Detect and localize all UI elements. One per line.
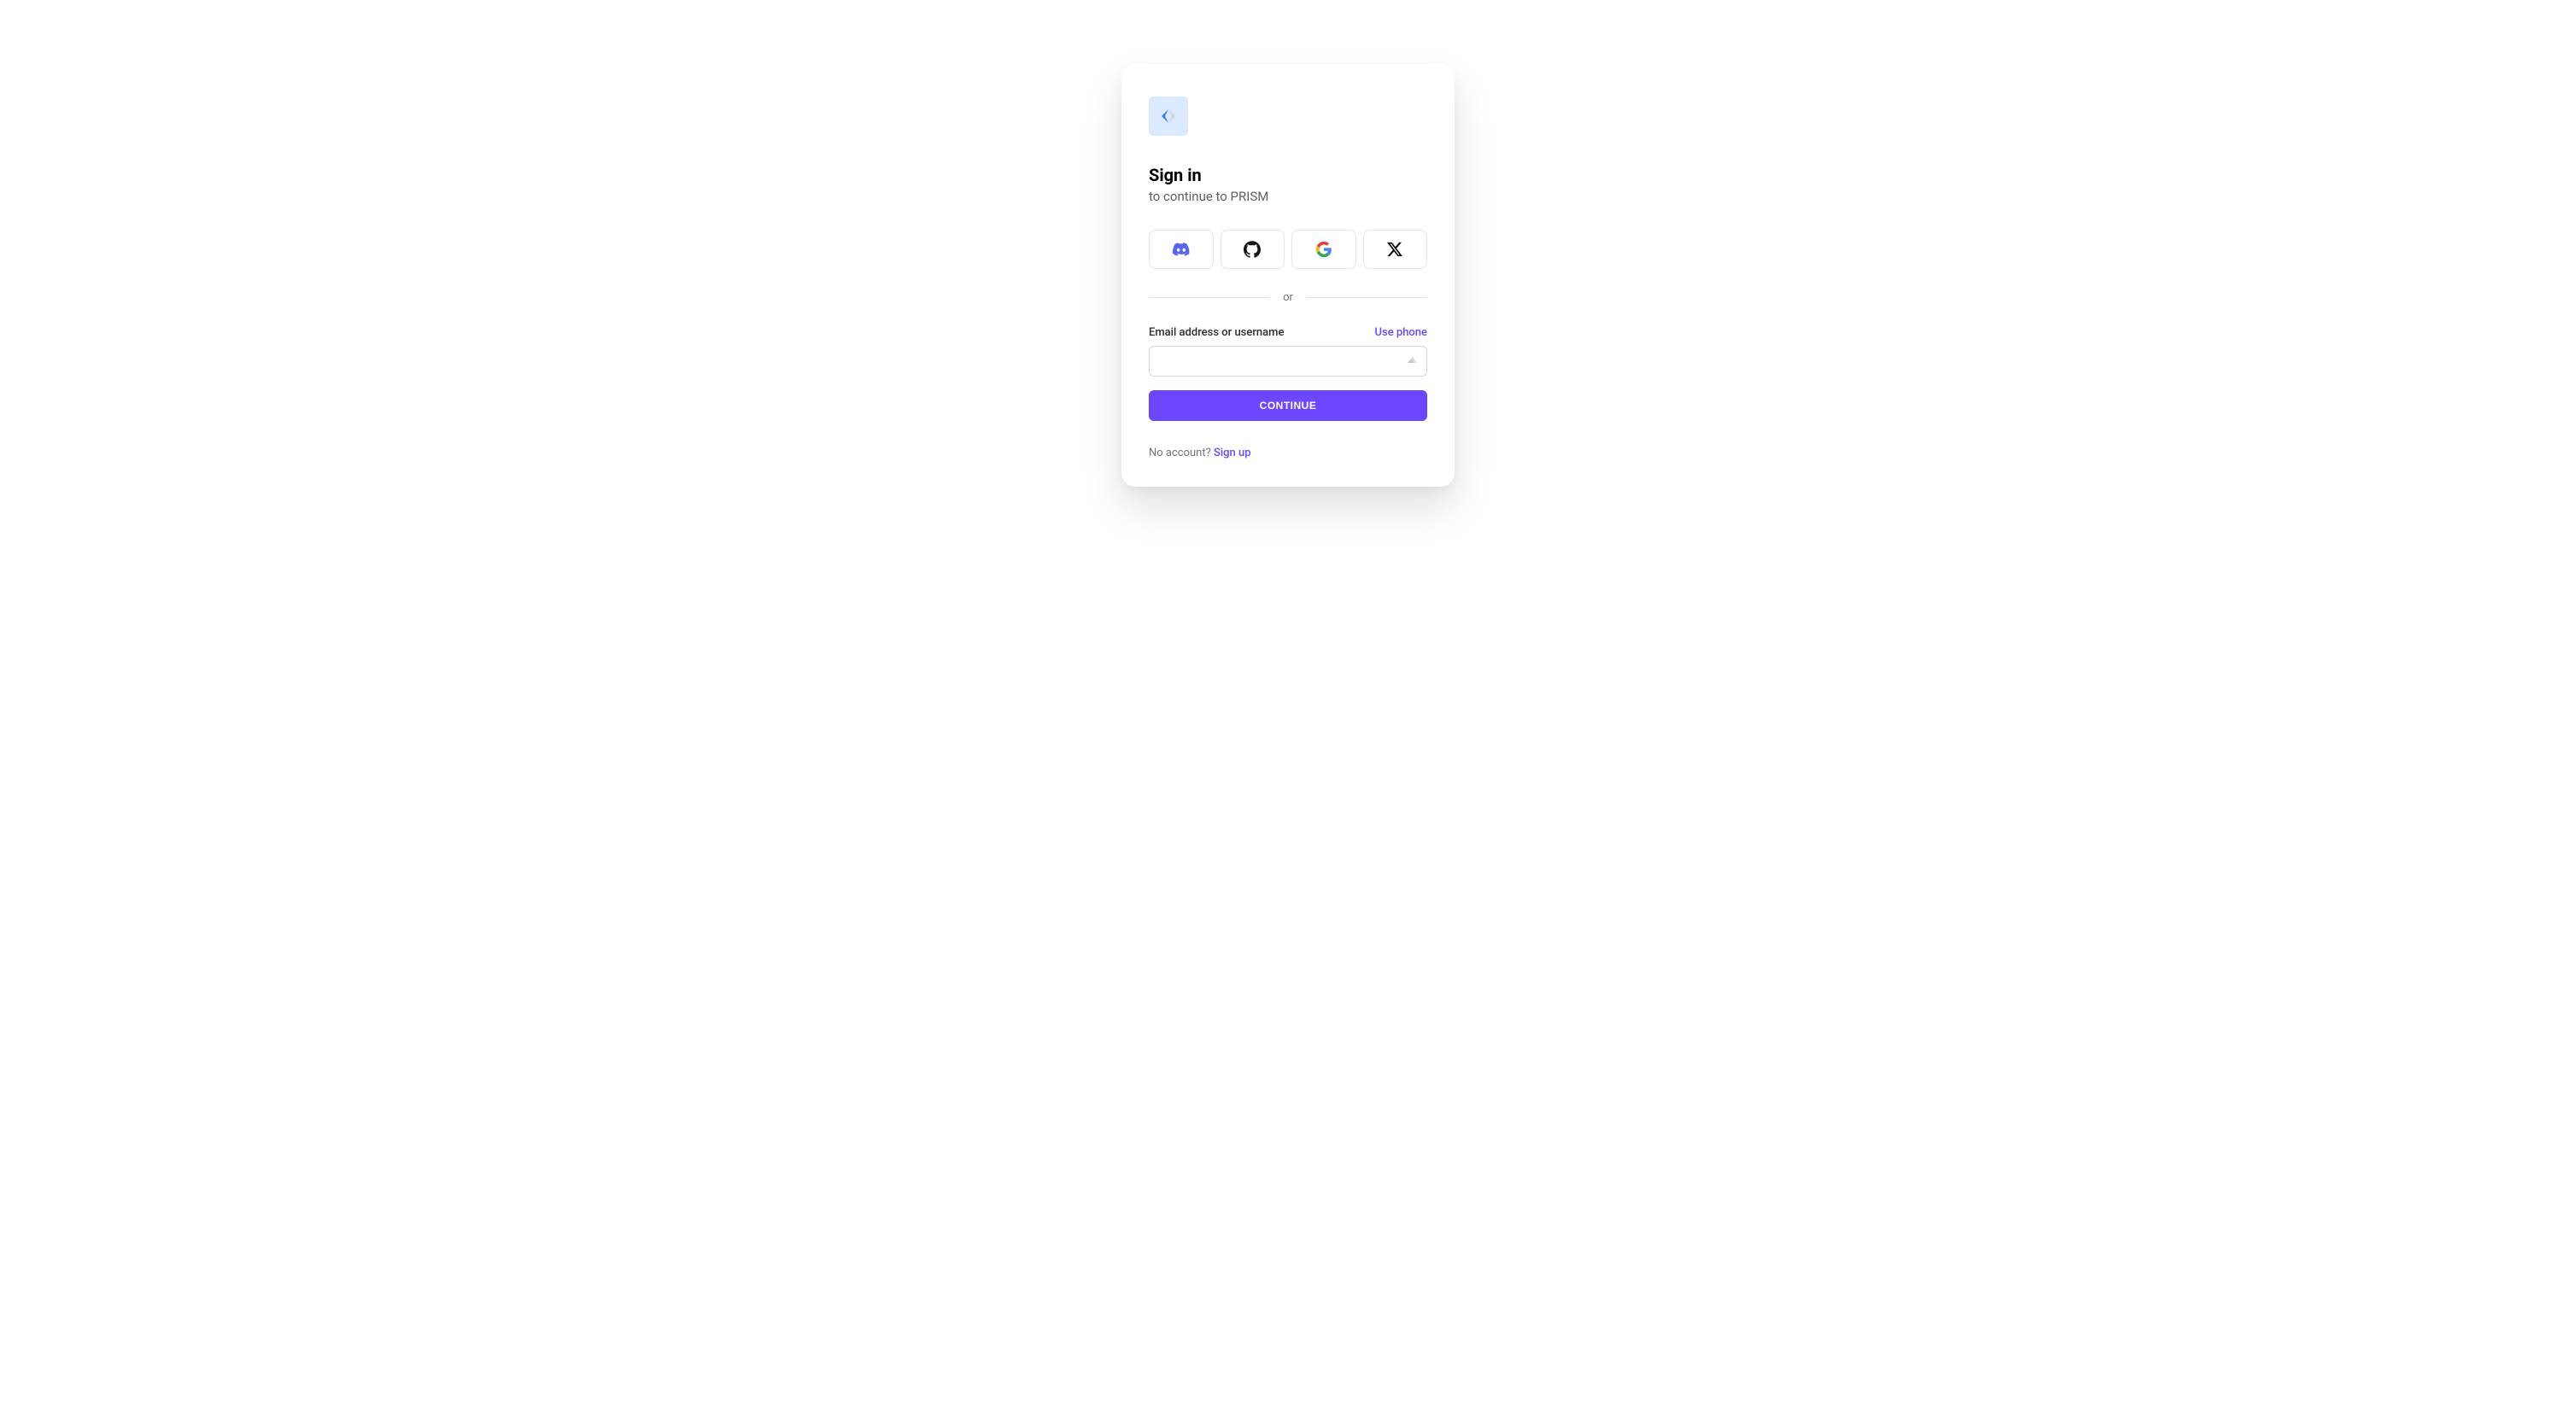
discord-icon: [1173, 241, 1190, 258]
divider-line-left: [1149, 297, 1269, 298]
discord-login-button[interactable]: [1149, 230, 1214, 269]
use-phone-link[interactable]: Use phone: [1375, 326, 1428, 339]
divider-text: or: [1283, 291, 1293, 304]
google-login-button[interactable]: [1291, 230, 1356, 269]
page-subtitle: to continue to PRISM: [1149, 189, 1427, 204]
email-input[interactable]: [1149, 346, 1427, 377]
no-account-text: No account?: [1149, 447, 1214, 459]
google-icon: [1315, 241, 1332, 258]
x-login-button[interactable]: [1363, 230, 1428, 269]
email-label: Email address or username: [1149, 326, 1284, 339]
social-login-row: [1149, 230, 1427, 269]
x-icon: [1386, 241, 1403, 258]
autofill-icon: [1407, 354, 1419, 370]
email-input-wrapper: [1149, 346, 1427, 377]
input-label-row: Email address or username Use phone: [1149, 326, 1427, 339]
continue-button[interactable]: CONTINUE: [1149, 390, 1427, 421]
github-login-button[interactable]: [1221, 230, 1285, 269]
github-icon: [1244, 241, 1261, 258]
signup-prompt: No account? Sign up: [1149, 447, 1427, 459]
page-title: Sign in: [1149, 165, 1427, 185]
app-logo: [1149, 96, 1188, 136]
signin-card: Sign in to continue to PRISM: [1121, 64, 1455, 487]
prism-logo-icon: [1158, 106, 1179, 126]
divider-line-right: [1307, 297, 1427, 298]
signup-link[interactable]: Sign up: [1214, 447, 1251, 459]
divider: or: [1149, 291, 1427, 304]
